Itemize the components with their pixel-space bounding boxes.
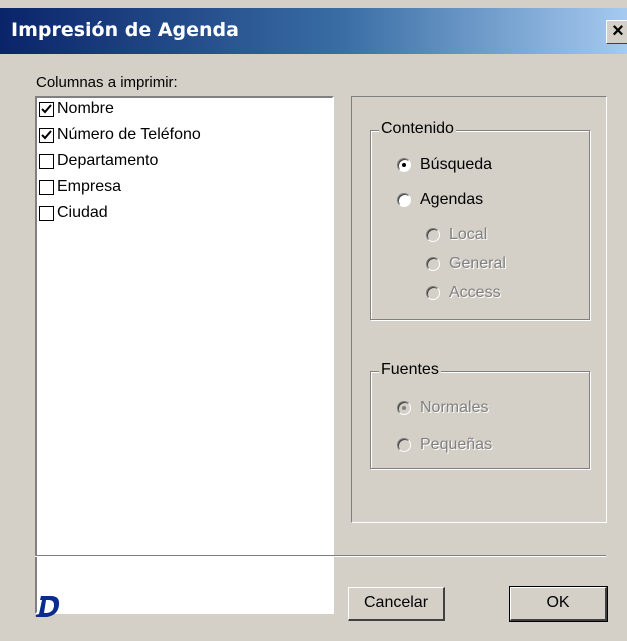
radio-pequenas: Pequeñas	[397, 436, 492, 454]
radio-label: Access	[449, 284, 501, 301]
column-item-numero-telefono[interactable]: Número de Teléfono	[39, 122, 201, 148]
close-button[interactable]: ×	[606, 20, 627, 44]
radio-label: General	[449, 255, 506, 272]
radio-local: Local	[426, 226, 487, 244]
radio-button	[397, 438, 411, 452]
columns-listbox[interactable]: Nombre Número de Teléfono Departamento E…	[35, 96, 334, 614]
radio-label: Normales	[420, 399, 489, 416]
radio-button	[426, 228, 440, 242]
fuentes-legend: Fuentes	[379, 361, 441, 379]
fuentes-groupbox: Fuentes Normales Pequeñas	[370, 361, 590, 469]
column-item-label: Nombre	[57, 100, 114, 117]
radio-access: Access	[426, 284, 501, 302]
radio-button[interactable]	[397, 158, 411, 172]
radio-button[interactable]	[397, 193, 411, 207]
column-item-label: Número de Teléfono	[57, 126, 201, 143]
radio-general: General	[426, 255, 506, 273]
column-item-label: Ciudad	[57, 204, 108, 221]
cancel-button[interactable]: Cancelar	[348, 587, 445, 621]
radio-label: Búsqueda	[420, 156, 493, 173]
radio-button	[426, 257, 440, 271]
window-title: Impresión de Agenda	[11, 19, 239, 41]
checkbox-departamento[interactable]	[39, 153, 54, 169]
radio-label: Pequeñas	[420, 436, 493, 453]
radio-label: Agendas	[420, 191, 484, 208]
radio-normales: Normales	[397, 399, 488, 417]
contenido-groupbox: Contenido Búsqueda Agendas Local General…	[370, 120, 590, 320]
close-icon: ×	[612, 20, 624, 42]
checkbox-numero-telefono[interactable]	[39, 127, 54, 143]
column-item-empresa[interactable]: Empresa	[39, 174, 121, 200]
checkbox-nombre[interactable]	[39, 101, 54, 117]
app-logo-d-icon	[35, 596, 60, 617]
radio-agendas[interactable]: Agendas	[397, 191, 483, 209]
column-item-nombre[interactable]: Nombre	[39, 96, 114, 122]
column-item-ciudad[interactable]: Ciudad	[39, 200, 108, 226]
title-bar[interactable]: Impresión de Agenda ×	[0, 8, 627, 54]
checkbox-empresa[interactable]	[39, 179, 54, 195]
contenido-legend: Contenido	[379, 120, 456, 138]
dialog-window: Impresión de Agenda × Columnas a imprimi…	[0, 0, 627, 641]
column-item-label: Empresa	[57, 178, 122, 195]
radio-button	[397, 401, 411, 415]
columns-label: Columnas a imprimir:	[36, 74, 178, 91]
options-panel: Contenido Búsqueda Agendas Local General…	[351, 96, 607, 523]
checkmark-icon	[41, 129, 52, 139]
checkbox-ciudad[interactable]	[39, 205, 54, 221]
column-item-departamento[interactable]: Departamento	[39, 148, 158, 174]
radio-busqueda[interactable]: Búsqueda	[397, 156, 492, 174]
radio-label: Local	[449, 226, 488, 243]
checkmark-icon	[41, 103, 52, 113]
ok-button[interactable]: OK	[509, 586, 608, 622]
bottom-separator	[35, 555, 606, 557]
radio-button	[426, 286, 440, 300]
column-item-label: Departamento	[57, 152, 159, 169]
